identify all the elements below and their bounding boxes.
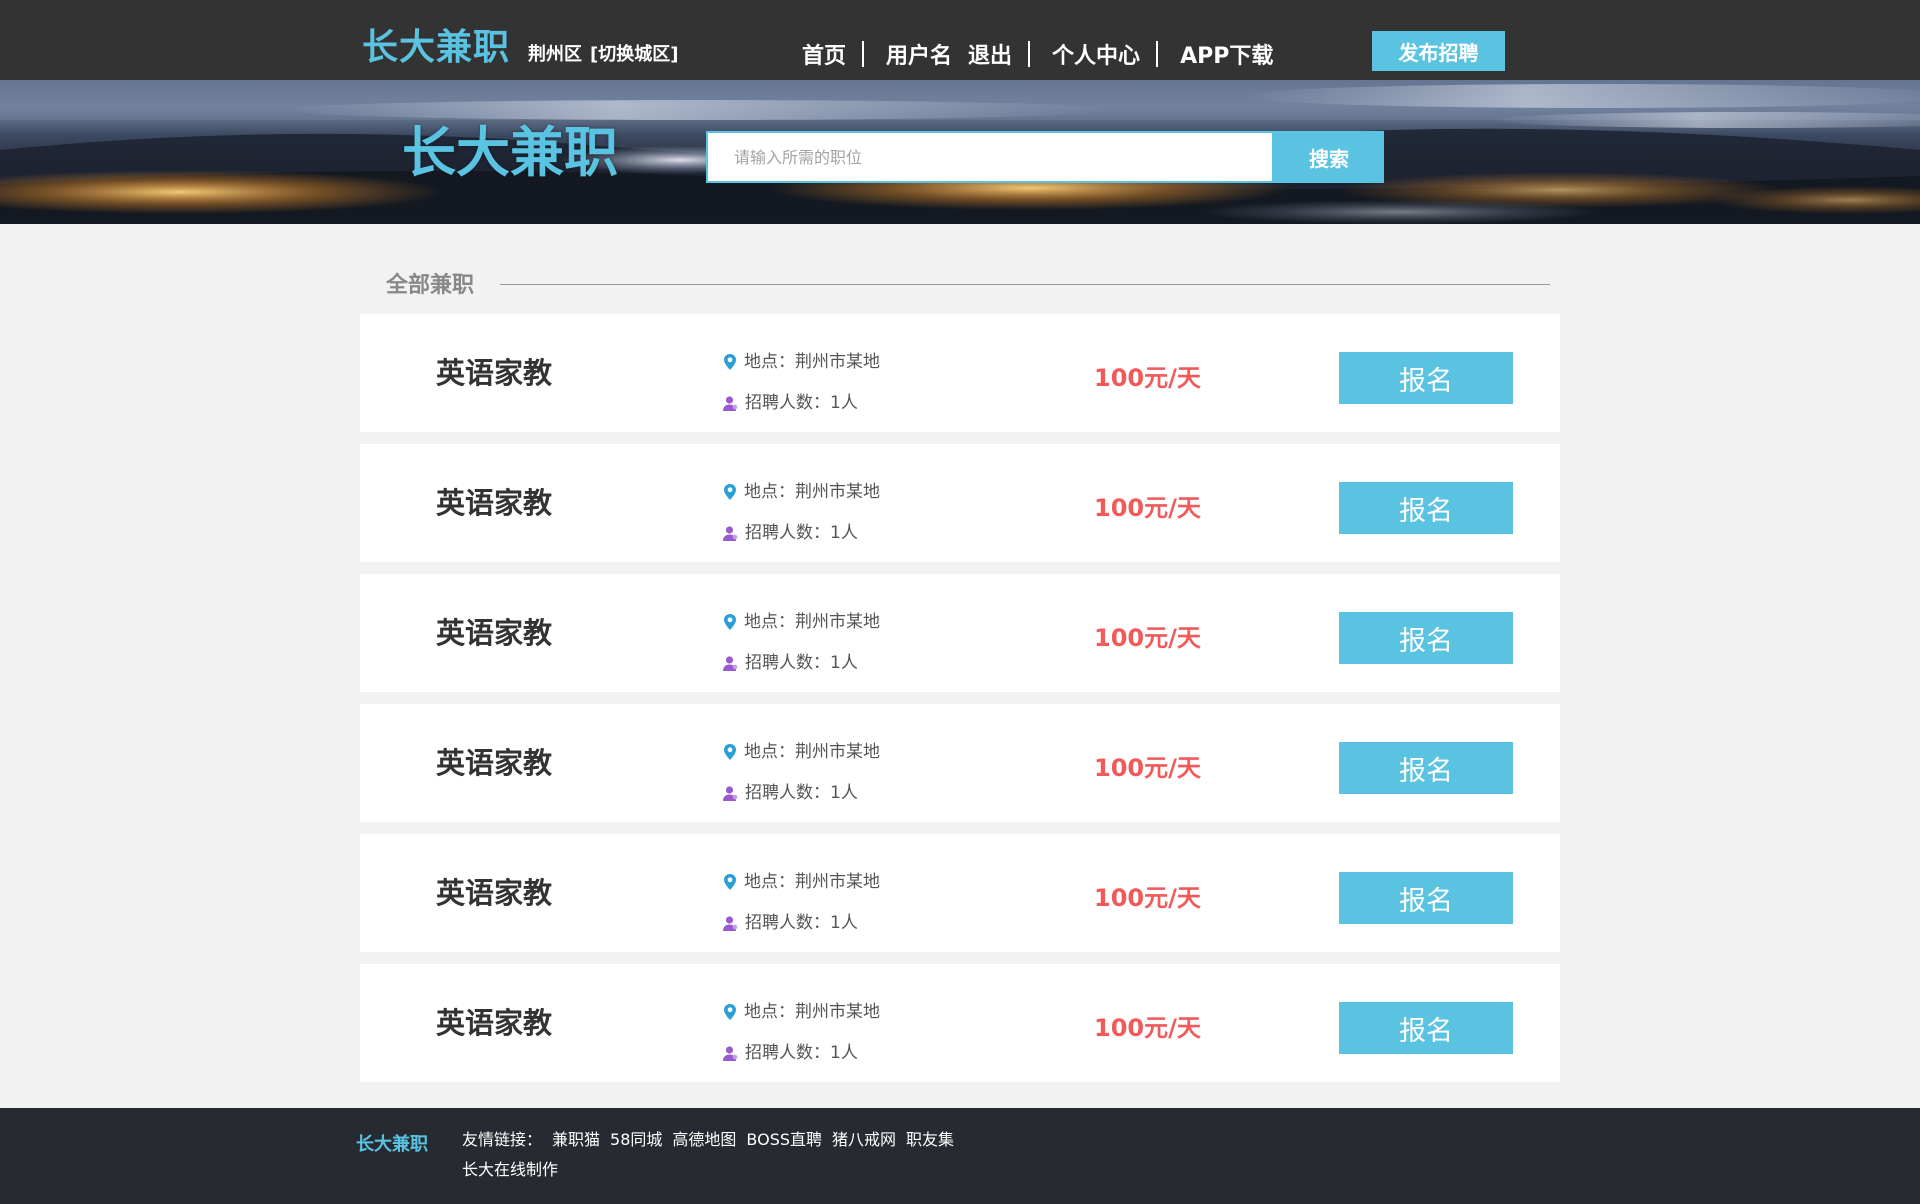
job-location: 地点：荆州市某地: [722, 740, 880, 764]
job-salary: 100元/天: [1094, 884, 1201, 912]
job-title[interactable]: 英语家教: [436, 1004, 552, 1042]
nav-home-link[interactable]: 首页: [802, 38, 846, 70]
search-button[interactable]: 搜索: [1274, 131, 1384, 183]
friend-link[interactable]: 职友集: [906, 1128, 954, 1152]
job-headcount: 招聘人数：1人: [722, 521, 858, 545]
job-location: 地点：荆州市某地: [722, 870, 880, 894]
job-headcount: 招聘人数：1人: [722, 781, 858, 805]
hero-banner: 长大兼职 搜索: [0, 80, 1920, 224]
job-card: 英语家教 地点：荆州市某地 招聘人数：1人 100元/天 报名: [360, 834, 1560, 952]
map-pin-icon: [724, 614, 736, 630]
map-pin-icon: [724, 354, 736, 370]
nav-profile-link[interactable]: 个人中心: [1052, 38, 1140, 70]
friend-links-label: 友情链接：: [462, 1130, 543, 1149]
nav-divider: [862, 41, 865, 67]
map-pin-icon: [724, 1004, 736, 1020]
job-salary: 100元/天: [1094, 364, 1201, 392]
job-title[interactable]: 英语家教: [436, 614, 552, 652]
nav-app-download-link[interactable]: APP下载: [1180, 38, 1273, 70]
job-location-text: 地点：荆州市某地: [744, 872, 880, 892]
job-headcount: 招聘人数：1人: [722, 911, 858, 935]
job-headcount-text: 招聘人数：1人: [745, 783, 858, 803]
job-salary: 100元/天: [1094, 494, 1201, 522]
site-logo[interactable]: 长大兼职: [362, 26, 510, 70]
friend-link[interactable]: 高德地图: [672, 1128, 736, 1152]
banner-logo: 长大兼职: [402, 121, 618, 184]
job-location: 地点：荆州市某地: [722, 480, 880, 504]
job-card: 英语家教 地点：荆州市某地 招聘人数：1人 100元/天 报名: [360, 314, 1560, 432]
job-location-text: 地点：荆州市某地: [744, 612, 880, 632]
nav-divider: [1156, 41, 1159, 67]
job-salary: 100元/天: [1094, 624, 1201, 652]
job-location-text: 地点：荆州市某地: [744, 482, 880, 502]
job-headcount-text: 招聘人数：1人: [745, 913, 858, 933]
user-icon: [723, 525, 738, 541]
user-icon: [723, 785, 738, 801]
apply-button[interactable]: 报名: [1339, 742, 1513, 794]
section-divider: [500, 284, 1550, 285]
job-location-text: 地点：荆州市某地: [744, 1002, 880, 1022]
search-input[interactable]: [706, 131, 1274, 183]
job-headcount-text: 招聘人数：1人: [745, 393, 858, 413]
switch-city-link[interactable]: [切换城区]: [590, 44, 678, 65]
friend-link[interactable]: 猪八戒网: [832, 1128, 896, 1152]
current-city: 荆州区: [528, 44, 582, 65]
user-icon: [723, 915, 738, 931]
job-location: 地点：荆州市某地: [722, 1000, 880, 1024]
friend-link[interactable]: 58同城: [610, 1128, 662, 1152]
job-card: 英语家教 地点：荆州市某地 招聘人数：1人 100元/天 报名: [360, 964, 1560, 1082]
job-card: 英语家教 地点：荆州市某地 招聘人数：1人 100元/天 报名: [360, 444, 1560, 562]
job-headcount-text: 招聘人数：1人: [745, 1043, 858, 1063]
job-title[interactable]: 英语家教: [436, 484, 552, 522]
city-selector: 荆州区 [切换城区]: [528, 42, 678, 68]
map-pin-icon: [724, 874, 736, 890]
user-icon: [723, 395, 738, 411]
map-pin-icon: [724, 744, 736, 760]
job-location: 地点：荆州市某地: [722, 610, 880, 634]
job-title[interactable]: 英语家教: [436, 874, 552, 912]
job-location-text: 地点：荆州市某地: [744, 742, 880, 762]
job-card: 英语家教 地点：荆州市某地 招聘人数：1人 100元/天 报名: [360, 574, 1560, 692]
job-headcount: 招聘人数：1人: [722, 651, 858, 675]
user-icon: [723, 655, 738, 671]
nav-logout-link[interactable]: 退出: [968, 38, 1012, 70]
apply-button[interactable]: 报名: [1339, 482, 1513, 534]
job-list: 英语家教 地点：荆州市某地 招聘人数：1人 100元/天 报名 英语家教 地点：…: [360, 314, 1560, 1094]
publish-job-button[interactable]: 发布招聘: [1372, 31, 1505, 71]
footer-credit: 长大在线制作: [462, 1160, 559, 1179]
job-headcount-text: 招聘人数：1人: [745, 653, 858, 673]
apply-button[interactable]: 报名: [1339, 352, 1513, 404]
user-icon: [723, 1045, 738, 1061]
apply-button[interactable]: 报名: [1339, 612, 1513, 664]
main-nav: 首页 用户名 退出 个人中心 APP下载: [802, 38, 1273, 70]
job-salary: 100元/天: [1094, 754, 1201, 782]
footer-logo[interactable]: 长大兼职: [356, 1132, 428, 1158]
job-salary: 100元/天: [1094, 1014, 1201, 1042]
job-headcount: 招聘人数：1人: [722, 391, 858, 415]
nav-divider: [1028, 41, 1031, 67]
footer: 长大兼职 友情链接： 兼职猫 58同城 高德地图 BOSS直聘 猪八戒网 职友集…: [0, 1108, 1920, 1204]
top-nav-bar: 长大兼职 荆州区 [切换城区] 首页 用户名 退出 个人中心 APP下载 发布招聘: [0, 0, 1920, 80]
friend-link[interactable]: 兼职猫: [552, 1128, 600, 1152]
job-headcount-text: 招聘人数：1人: [745, 523, 858, 543]
apply-button[interactable]: 报名: [1339, 1002, 1513, 1054]
friend-link[interactable]: BOSS直聘: [746, 1128, 822, 1152]
job-location-text: 地点：荆州市某地: [744, 352, 880, 372]
friend-links: 友情链接： 兼职猫 58同城 高德地图 BOSS直聘 猪八戒网 职友集: [462, 1128, 964, 1152]
job-card: 英语家教 地点：荆州市某地 招聘人数：1人 100元/天 报名: [360, 704, 1560, 822]
job-title[interactable]: 英语家教: [436, 354, 552, 392]
job-headcount: 招聘人数：1人: [722, 1041, 858, 1065]
job-title[interactable]: 英语家教: [436, 744, 552, 782]
section-title: 全部兼职: [386, 273, 475, 298]
apply-button[interactable]: 报名: [1339, 872, 1513, 924]
map-pin-icon: [724, 484, 736, 500]
job-location: 地点：荆州市某地: [722, 350, 880, 374]
search-bar: 搜索: [706, 131, 1384, 183]
nav-username[interactable]: 用户名: [886, 38, 952, 70]
